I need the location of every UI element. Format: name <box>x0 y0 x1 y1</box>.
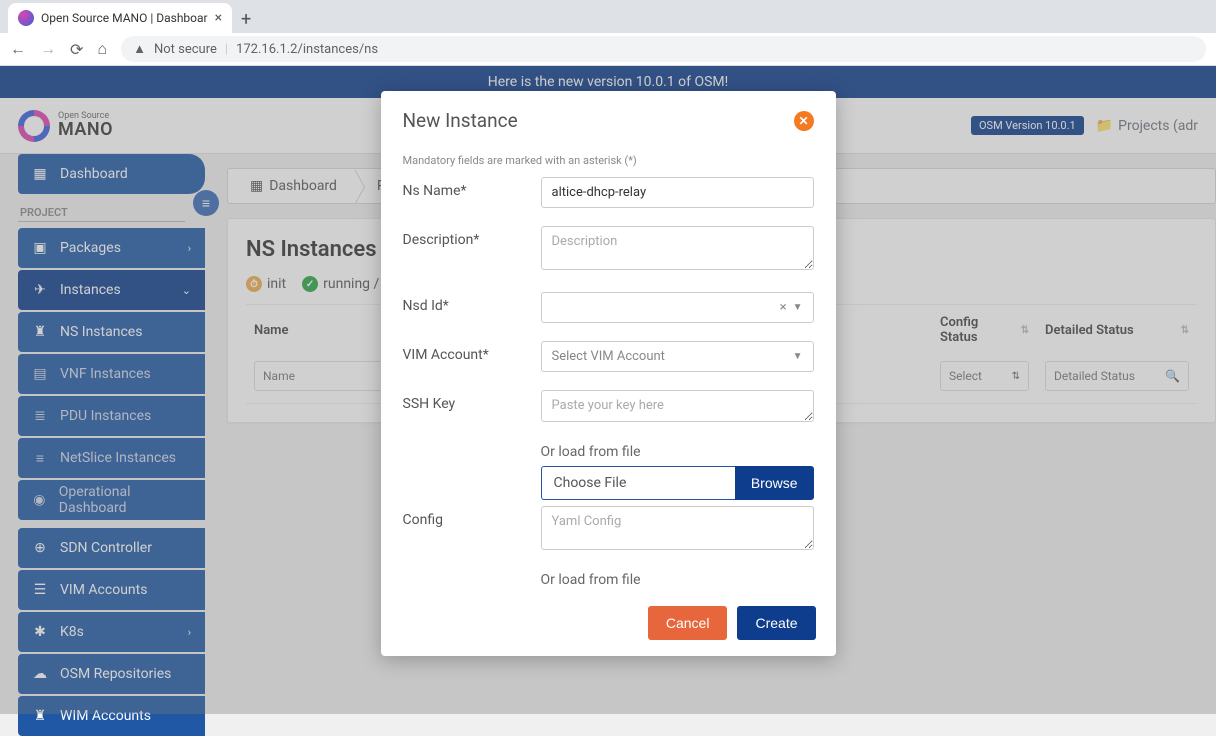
not-secure-label: Not secure <box>154 42 217 57</box>
vim-account-select[interactable]: Select VIM Account ▼ <box>541 341 814 372</box>
ns-name-input[interactable] <box>541 177 814 208</box>
or-load-label: Or load from file <box>541 444 814 460</box>
modal-title: New Instance <box>403 109 518 132</box>
ssh-key-input[interactable] <box>541 390 814 422</box>
modal-header: New Instance ✕ <box>381 91 836 148</box>
label-config: Config <box>403 506 531 528</box>
forward-icon[interactable]: → <box>40 39 56 59</box>
create-button[interactable]: Create <box>737 606 815 640</box>
label-description: Description* <box>403 226 531 248</box>
tab-bar: Open Source MANO | Dashboar × + <box>0 0 1216 33</box>
separator: | <box>225 42 228 57</box>
label-nsd-id: Nsd Id* <box>403 292 531 314</box>
choose-file-label: Choose File <box>541 466 735 500</box>
label-vim-account: VIM Account* <box>403 341 531 363</box>
close-tab-icon[interactable]: × <box>215 10 222 26</box>
chevron-down-icon: ▼ <box>793 302 803 313</box>
label-ssh-key: SSH Key <box>403 390 531 412</box>
label-ns-name: Ns Name* <box>403 177 531 199</box>
browse-button[interactable]: Browse <box>735 466 814 500</box>
vim-placeholder: Select VIM Account <box>552 349 665 364</box>
favicon-icon <box>18 10 34 26</box>
description-input[interactable] <box>541 226 814 270</box>
clear-icon[interactable]: × <box>774 300 793 315</box>
or-load-label-2: Or load from file <box>541 572 814 588</box>
back-icon[interactable]: ← <box>10 39 26 59</box>
close-icon[interactable]: ✕ <box>794 111 814 131</box>
modal-overlay[interactable]: New Instance ✕ Mandatory fields are mark… <box>0 66 1216 714</box>
browser-tab[interactable]: Open Source MANO | Dashboar × <box>8 3 232 33</box>
modal-footer: Cancel Create <box>381 594 836 656</box>
tab-title: Open Source MANO | Dashboar <box>41 11 208 25</box>
new-instance-modal: New Instance ✕ Mandatory fields are mark… <box>381 91 836 656</box>
chevron-down-icon: ▼ <box>793 351 803 362</box>
address-bar: ← → ⟳ ⌂ ▲ Not secure | 172.16.1.2/instan… <box>0 33 1216 66</box>
new-tab-button[interactable]: + <box>232 5 260 33</box>
url-text: 172.16.1.2/instances/ns <box>236 42 378 57</box>
config-input[interactable] <box>541 506 814 550</box>
browser-chrome: Open Source MANO | Dashboar × + ← → ⟳ ⌂ … <box>0 0 1216 66</box>
nsd-id-select[interactable]: × ▼ <box>541 292 814 323</box>
home-icon[interactable]: ⌂ <box>97 39 107 59</box>
mandatory-hint: Mandatory fields are marked with an aste… <box>403 154 814 167</box>
modal-body: Mandatory fields are marked with an aste… <box>381 148 836 594</box>
url-box[interactable]: ▲ Not secure | 172.16.1.2/instances/ns <box>121 36 1206 62</box>
reload-icon[interactable]: ⟳ <box>70 40 83 59</box>
cancel-button[interactable]: Cancel <box>648 606 728 640</box>
warning-icon: ▲ <box>133 41 146 57</box>
